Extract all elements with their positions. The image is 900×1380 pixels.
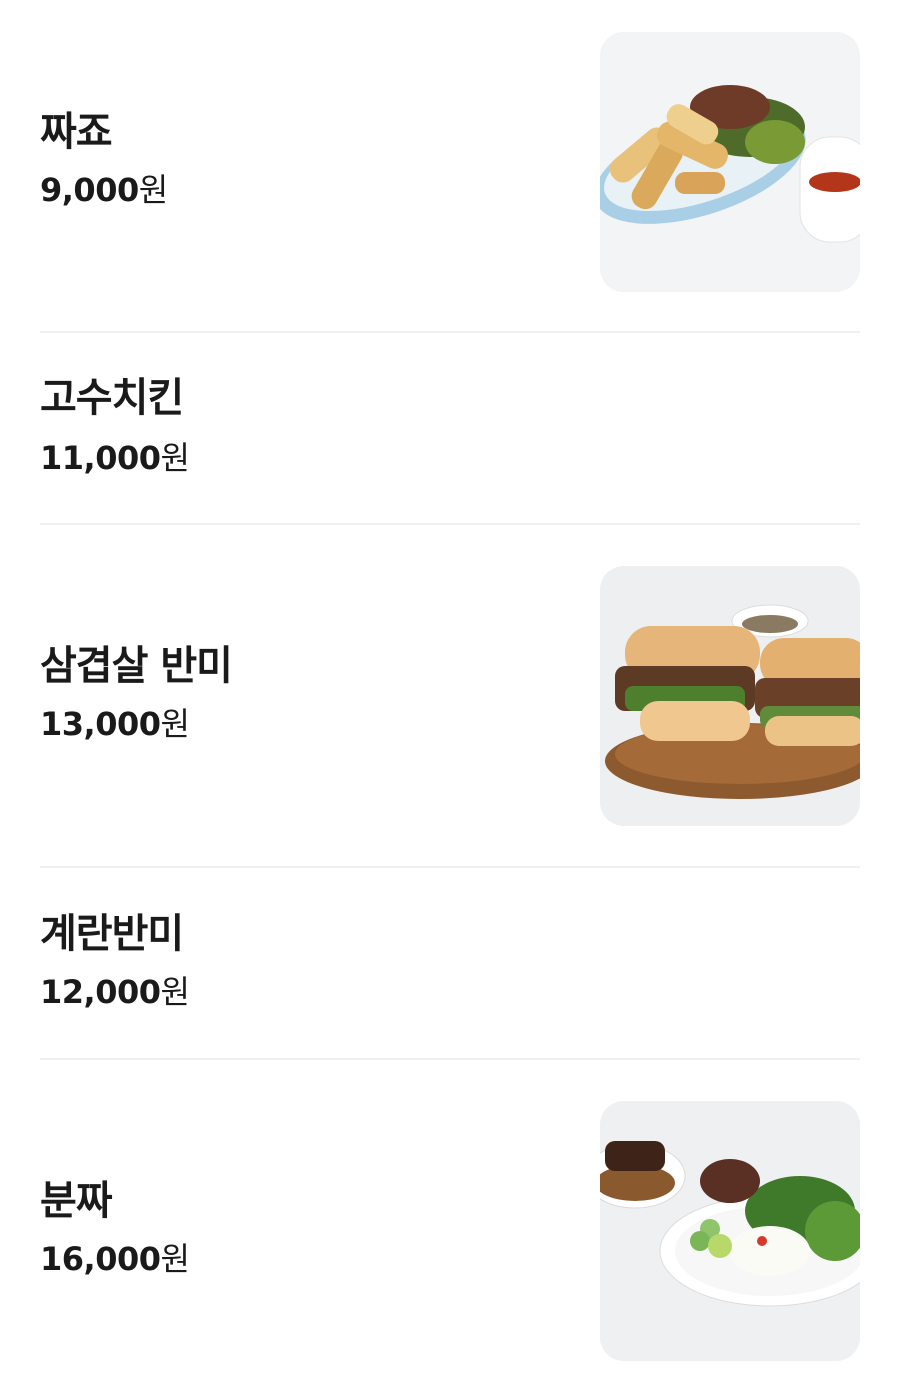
menu-item[interactable]: 고수치킨 11,000원 bbox=[40, 360, 860, 500]
price-value: 16,000 bbox=[40, 1240, 161, 1278]
price-value: 9,000 bbox=[40, 171, 139, 209]
menu-item[interactable]: 계란반미 12,000원 bbox=[40, 896, 860, 1036]
bun-cha-photo[interactable] bbox=[600, 1101, 860, 1361]
divider bbox=[40, 523, 860, 525]
menu-item-price: 13,000원 bbox=[40, 705, 190, 743]
bun-cha-image bbox=[600, 1101, 860, 1361]
divider bbox=[40, 331, 860, 333]
menu-item-price: 16,000원 bbox=[40, 1240, 190, 1278]
menu-item-price: 9,000원 bbox=[40, 174, 168, 206]
price-value: 11,000 bbox=[40, 439, 161, 477]
price-currency: 원 bbox=[160, 439, 190, 477]
banh-mi-image bbox=[600, 566, 860, 826]
menu-item[interactable]: 분짜 16,000원 bbox=[40, 1101, 860, 1361]
spring-rolls-image bbox=[600, 32, 860, 292]
menu-item-name: 고수치킨 bbox=[40, 375, 184, 421]
menu-list: 짜죠 9,000원 고수치킨 11,000원 삼겹살 반미 13,000원 계란… bbox=[0, 0, 900, 1380]
menu-item-price: 12,000원 bbox=[40, 973, 190, 1011]
price-currency: 원 bbox=[160, 1240, 190, 1278]
menu-item-price: 11,000원 bbox=[40, 439, 190, 477]
price-currency: 원 bbox=[160, 705, 190, 743]
price-currency: 원 bbox=[160, 973, 190, 1011]
menu-item[interactable]: 짜죠 9,000원 bbox=[40, 32, 860, 292]
price-currency: 원 bbox=[138, 171, 168, 209]
pork-belly-banh-mi-photo[interactable] bbox=[600, 566, 860, 826]
spring-rolls-photo[interactable] bbox=[600, 32, 860, 292]
divider bbox=[40, 866, 860, 868]
menu-item[interactable]: 삼겹살 반미 13,000원 bbox=[40, 566, 860, 826]
divider bbox=[40, 1058, 860, 1060]
price-value: 13,000 bbox=[40, 705, 161, 743]
menu-item-name: 짜죠 bbox=[40, 109, 113, 155]
menu-item-name: 계란반미 bbox=[40, 911, 184, 957]
price-value: 12,000 bbox=[40, 973, 161, 1011]
menu-item-name: 분짜 bbox=[40, 1178, 113, 1224]
menu-item-name: 삼겹살 반미 bbox=[40, 643, 233, 689]
